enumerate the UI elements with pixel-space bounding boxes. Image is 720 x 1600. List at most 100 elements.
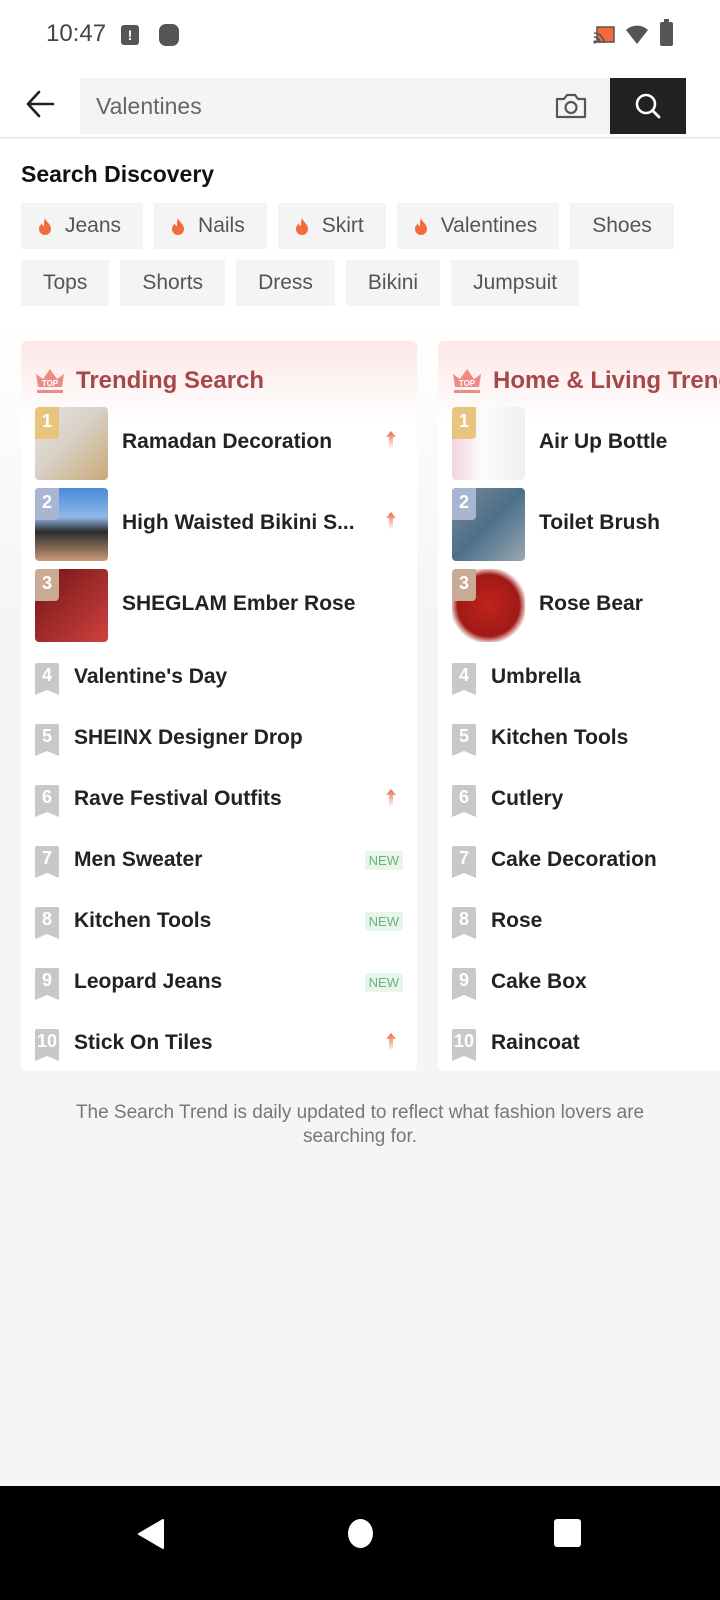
top-crown-icon: TOP [453, 369, 481, 393]
chip-label: Skirt [321, 214, 364, 237]
rank-list-item[interactable]: 5 SHEINX Designer Drop [21, 709, 417, 770]
search-discovery-title: Search Discovery [21, 161, 215, 187]
rank-item-label: SHEINX Designer Drop [74, 726, 303, 749]
rank-list-item[interactable]: 2 Toilet Brush [438, 486, 720, 567]
rank-list-item[interactable]: 5 Kitchen Tools [438, 709, 720, 770]
new-tag: NEW [364, 851, 403, 870]
rank-item-label: SHEGLAM Ember Rose [122, 592, 356, 615]
nav-recents-icon[interactable] [554, 1519, 581, 1547]
home-living-card: TOP Home & Living Trending 1 Air Up Bottl… [438, 341, 720, 1071]
rank-number: 8 [458, 909, 469, 929]
discovery-chip[interactable]: Skirt [277, 203, 386, 249]
discovery-chip[interactable]: Shorts [120, 260, 226, 306]
rank-list-item[interactable]: 7 Cake Decoration [438, 831, 720, 892]
footer-note: The Search Trend is daily updated to ref… [75, 1102, 645, 1147]
rank-number: 8 [41, 909, 52, 929]
camera-icon [555, 93, 587, 119]
flame-icon [295, 217, 308, 235]
rank-bookmark-icon: 10 [452, 1029, 476, 1061]
discovery-chips: Jeans Nails Skirt Valentines Shoes Tops Shorts… [21, 203, 701, 317]
discovery-chip[interactable]: Shoes [570, 203, 674, 249]
product-thumbnail: 2 [452, 488, 525, 561]
chip-label: Jeans [65, 214, 122, 237]
rank-number: 6 [458, 787, 469, 807]
search-bar [0, 72, 720, 138]
rank-list-item[interactable]: 4 Umbrella [438, 648, 720, 709]
discovery-chip[interactable]: Bikini [345, 260, 441, 306]
camera-search-button[interactable] [554, 92, 588, 120]
discovery-chip[interactable]: Valentines [396, 203, 560, 249]
status-time: 10:47 [46, 20, 107, 47]
search-input[interactable] [96, 78, 536, 134]
flame-icon [414, 217, 427, 235]
rank-bookmark-icon: 10 [35, 1029, 59, 1061]
rank-bookmark-icon: 4 [35, 663, 59, 695]
arrow-left-icon [26, 90, 55, 118]
discovery-chip[interactable]: Jumpsuit [451, 260, 580, 306]
rank-bookmark-icon: 9 [35, 968, 59, 1000]
rank-item-label: Rave Festival Outfits [74, 787, 282, 810]
svg-text:TOP: TOP [42, 379, 59, 388]
rank-number: 10 [36, 1031, 58, 1051]
rank-bookmark-icon: 5 [452, 724, 476, 756]
rank-list-item[interactable]: 8 Rose [438, 892, 720, 953]
rank-bookmark-icon: 7 [35, 846, 59, 878]
rank-bookmark-icon: 6 [35, 785, 59, 817]
new-tag: NEW [364, 912, 403, 931]
discovery-chip[interactable]: Dress [236, 260, 335, 306]
discovery-chip[interactable]: Tops [21, 260, 110, 306]
product-thumbnail: 2 [35, 488, 108, 561]
rank-badge: 2 [35, 488, 59, 520]
flame-icon [39, 217, 51, 235]
search-icon [635, 93, 661, 119]
rank-list-item[interactable]: 8 Kitchen Tools NEW [21, 892, 417, 953]
chip-label: Shoes [592, 214, 652, 237]
rank-bookmark-icon: 6 [452, 785, 476, 817]
rank-list-item[interactable]: 1 Air Up Bottle [438, 405, 720, 486]
nav-back-icon[interactable] [137, 1518, 165, 1550]
trending-search-card: TOP Trending Search 1 Ramadan Decoration 2… [21, 341, 417, 1071]
chip-label: Shorts [142, 271, 204, 294]
rank-number: 7 [41, 848, 52, 868]
rank-list-item[interactable]: 6 Cutlery [438, 770, 720, 831]
trending-list: 1 Ramadan Decoration 2 High Waisted Bikini … [21, 405, 417, 1071]
rank-list-item[interactable]: 10 Raincoat [438, 1014, 720, 1071]
trend-up-arrow-icon [386, 431, 396, 449]
rank-number: 9 [41, 970, 52, 990]
top-crown-icon: TOP [36, 369, 64, 393]
rank-item-label: Rose Bear [539, 592, 643, 615]
rank-list-item[interactable]: 2 High Waisted Bikini S... [21, 486, 417, 567]
rank-list-item[interactable]: 10 Stick On Tiles [21, 1014, 417, 1071]
rank-list-item[interactable]: 7 Men Sweater NEW [21, 831, 417, 892]
status-bar: 10:47 ! [0, 0, 720, 72]
discovery-chip[interactable]: Nails [154, 203, 267, 249]
rank-list-item[interactable]: 1 Ramadan Decoration [21, 405, 417, 486]
rank-item-label: Raincoat [491, 1031, 580, 1054]
back-button[interactable] [22, 86, 58, 122]
rank-number: 4 [41, 665, 52, 685]
search-button[interactable] [610, 78, 686, 134]
rank-item-label: Air Up Bottle [539, 430, 668, 453]
chip-label: Nails [198, 214, 245, 237]
rank-badge: 1 [452, 407, 476, 439]
rank-number: 10 [453, 1031, 475, 1051]
nav-home-icon[interactable] [348, 1519, 373, 1548]
rank-badge: 3 [35, 569, 59, 601]
rank-list-item[interactable]: 9 Leopard Jeans NEW [21, 953, 417, 1014]
search-field [80, 78, 610, 134]
chip-label: Jumpsuit [473, 271, 558, 294]
rank-list-item[interactable]: 6 Rave Festival Outfits [21, 770, 417, 831]
rank-item-label: Umbrella [491, 665, 581, 688]
discovery-chip[interactable]: Jeans [21, 203, 144, 249]
rank-number: 7 [458, 848, 469, 868]
product-thumbnail: 1 [452, 407, 525, 480]
rank-list-item[interactable]: 3 SHEGLAM Ember Rose [21, 567, 417, 648]
rank-item-label: Ramadan Decoration [122, 430, 333, 453]
rank-item-label: Kitchen Tools [491, 726, 629, 749]
battery-icon [660, 19, 673, 46]
rank-list-item[interactable]: 3 Rose Bear [438, 567, 720, 648]
rank-list-item[interactable]: 9 Cake Box [438, 953, 720, 1014]
flame-icon [172, 217, 185, 235]
rank-list-item[interactable]: 4 Valentine's Day [21, 648, 417, 709]
trend-up-arrow-icon [386, 512, 396, 530]
